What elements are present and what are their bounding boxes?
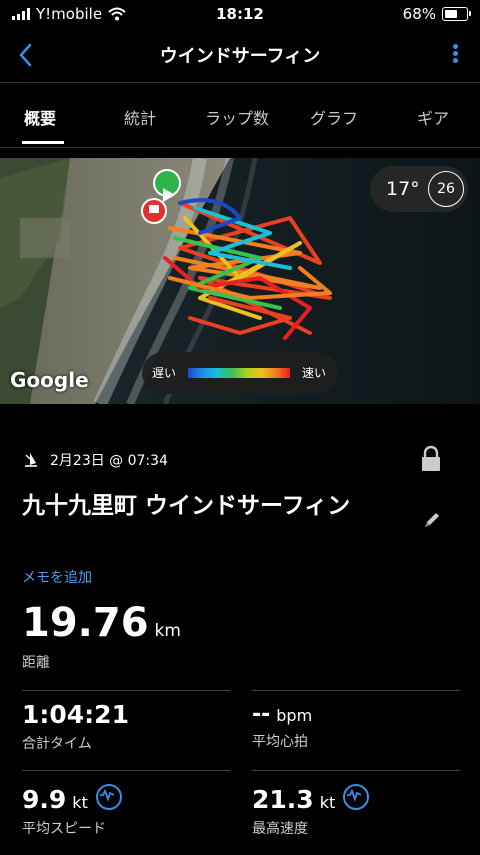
- weather-badge: 17° 26: [370, 166, 468, 212]
- edit-pencil-icon[interactable]: [422, 510, 442, 530]
- activity-date: 2月23日 @ 07:34: [50, 453, 168, 469]
- tab-laps[interactable]: ラップ数: [205, 105, 269, 129]
- tab-graph[interactable]: グラフ: [310, 105, 358, 129]
- distance-value-row: 19.76 km: [22, 600, 181, 646]
- stat-unit: kt: [72, 793, 88, 812]
- distance-value: 19.76: [22, 600, 149, 646]
- stat-avg-heart-rate: -- bpm 平均心拍: [252, 702, 312, 751]
- tab-bar: 概要 統計 ラップ数 グラフ ギア: [0, 83, 480, 148]
- speed-chart-icon[interactable]: [343, 784, 370, 810]
- stat-total-time: 1:04:21 合計タイム: [22, 700, 129, 753]
- status-right: 68%: [402, 5, 471, 23]
- status-bar: Y!mobile 18:12 68%: [0, 0, 480, 30]
- wind-compass-icon: 26: [428, 171, 464, 207]
- tab-overview[interactable]: 概要: [24, 105, 56, 129]
- wind-speed: 26: [437, 181, 455, 197]
- stat-max-speed: 21.3 kt 最高速度: [252, 782, 370, 838]
- nav-bar: ウインドサーフィン: [0, 30, 480, 83]
- speed-chart-icon[interactable]: [95, 784, 122, 810]
- stat-value: 1:04:21: [22, 700, 129, 729]
- stat-avg-speed: 9.9 kt 平均スピード: [22, 782, 122, 838]
- lock-icon[interactable]: [420, 445, 442, 473]
- stat-unit: kt: [319, 793, 336, 812]
- stat-label: 最高速度: [252, 821, 308, 837]
- distance-label: 距離: [22, 655, 50, 671]
- stat-value: --: [252, 702, 271, 727]
- stat-label: 平均スピード: [22, 821, 106, 837]
- stat-label: 平均心拍: [252, 734, 308, 750]
- active-tab-indicator: [22, 141, 64, 144]
- distance-unit: km: [154, 621, 181, 641]
- speed-gradient-bar: [188, 368, 290, 378]
- stat-value: 9.9: [22, 785, 67, 814]
- stat-label: 合計タイム: [22, 736, 92, 752]
- battery-icon: [442, 7, 471, 21]
- legend-fast-label: 速い: [301, 366, 326, 380]
- activity-title: 九十九里町 ウインドサーフィン: [22, 493, 351, 519]
- legend-slow-label: 遅い: [152, 366, 177, 380]
- more-vertical-icon[interactable]: [450, 42, 460, 70]
- divider: [252, 690, 460, 691]
- stat-unit: bpm: [276, 706, 313, 725]
- temperature-label: 17°: [386, 178, 420, 200]
- stat-value: 21.3: [252, 785, 314, 814]
- windsurf-icon: [25, 453, 37, 467]
- divider: [22, 770, 230, 771]
- battery-percent: 68%: [402, 5, 436, 23]
- divider: [252, 770, 460, 771]
- google-logo: Google: [10, 368, 89, 392]
- tab-stats[interactable]: 統計: [124, 105, 156, 129]
- divider: [22, 690, 230, 691]
- add-memo-link[interactable]: メモを追加: [22, 567, 92, 587]
- speed-legend: 遅い 速い: [142, 352, 338, 394]
- tab-gear[interactable]: ギア: [417, 105, 449, 129]
- page-title: ウインドサーフィン: [159, 46, 321, 67]
- activity-date-row: 2月23日 @ 07:34: [22, 448, 168, 472]
